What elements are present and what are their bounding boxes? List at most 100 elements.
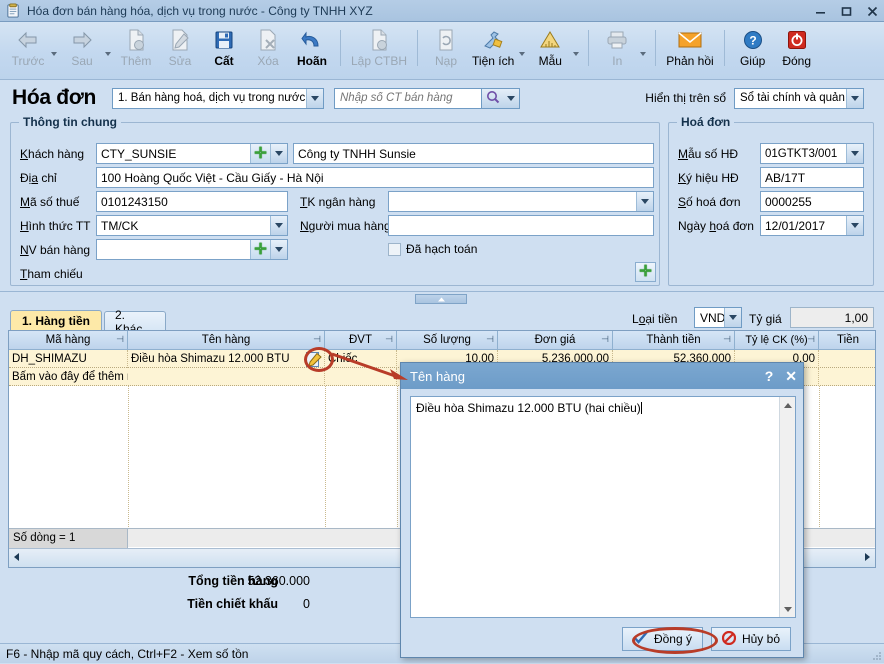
pin-icon[interactable]: ⊣: [807, 334, 815, 345]
toolbar-dropdown-sau[interactable]: [104, 26, 114, 70]
toolbar-dropdown-mau[interactable]: [572, 26, 582, 70]
search-input-wrapper[interactable]: [334, 87, 482, 109]
search-input[interactable]: [335, 88, 481, 108]
pin-icon[interactable]: ⊣: [723, 334, 731, 345]
chevron-down-icon[interactable]: [270, 144, 287, 163]
toolbar-button-dong[interactable]: Đóng: [775, 26, 819, 68]
dialog-close-button[interactable]: ✕: [785, 368, 797, 385]
item-name-textarea[interactable]: Điều hòa Shimazu 12.000 BTU (hai chiều): [410, 396, 796, 618]
posted-checkbox[interactable]: [388, 243, 401, 256]
bank-account-field[interactable]: [388, 191, 654, 212]
toolbar-button-sau[interactable]: Sau: [60, 26, 104, 68]
toolbar-button-cat[interactable]: Cất: [202, 26, 246, 68]
grid-header-ma-hang[interactable]: Mã hàng ⊣: [9, 331, 128, 350]
buyer-field[interactable]: [388, 215, 654, 236]
tax-code-field[interactable]: 0101243150: [96, 191, 288, 212]
minimize-button[interactable]: [812, 3, 828, 19]
add-staff-icon[interactable]: ✛: [250, 240, 270, 259]
chevron-down-icon[interactable]: [270, 216, 287, 235]
toolbar-button-sua[interactable]: Sửa: [158, 26, 202, 68]
document-type-select[interactable]: 1. Bán hàng hoá, dịch vụ trong nước: [112, 87, 324, 109]
dialog-ok-button[interactable]: Đồng ý: [621, 627, 703, 651]
serial-field[interactable]: AB/17T: [760, 167, 864, 188]
scroll-left-icon[interactable]: [12, 551, 21, 565]
scroll-right-icon[interactable]: [863, 551, 872, 565]
grid-header-dvt[interactable]: ĐVT ⊣: [325, 331, 397, 350]
customer-code-field[interactable]: CTY_SUNSIE ✛: [96, 143, 288, 164]
grid-header-tien[interactable]: Tiền: [819, 331, 875, 350]
tab-khac[interactable]: 2. Khác: [104, 308, 166, 336]
chevron-down-icon[interactable]: [846, 88, 863, 108]
exchange-rate-field[interactable]: 1,00: [790, 307, 874, 328]
grid-header-ty-le-ck[interactable]: Tỷ lệ CK (%) ⊣: [735, 331, 819, 350]
currency-type-select[interactable]: VND: [694, 307, 742, 328]
resize-grip-icon[interactable]: [870, 649, 882, 661]
toolbar-button-in[interactable]: In: [595, 26, 639, 68]
add-customer-icon[interactable]: ✛: [250, 144, 270, 163]
form-no-field[interactable]: 01GTKT3/001: [760, 143, 864, 164]
tab-hang-tien[interactable]: 1. Hàng tiền: [10, 310, 102, 330]
cell-dvt[interactable]: Chiếc: [325, 349, 397, 368]
cell-ten-hang-new[interactable]: [128, 367, 325, 386]
chevron-down-icon[interactable]: [306, 88, 323, 108]
search-button-group[interactable]: [482, 87, 520, 109]
toolbar-button-lap-ctbh[interactable]: Lập CTBH: [347, 26, 411, 68]
pin-icon[interactable]: ⊣: [313, 334, 321, 345]
chevron-down-icon[interactable]: [846, 216, 863, 235]
toolbar-button-hoan[interactable]: Hoãn: [290, 26, 334, 68]
scroll-down-icon[interactable]: [780, 601, 796, 617]
cell-tien-new[interactable]: [819, 368, 875, 386]
chevron-down-icon[interactable]: [507, 95, 516, 101]
chevron-down-icon[interactable]: [846, 144, 863, 163]
toolbar-button-giup[interactable]: ? Giúp: [731, 26, 775, 68]
customer-name-field[interactable]: Công ty TNHH Sunsie: [293, 143, 654, 164]
dialog-help-button[interactable]: ?: [765, 368, 774, 384]
pin-icon[interactable]: ⊣: [601, 334, 609, 345]
dialog-cancel-button[interactable]: Hủy bỏ: [710, 627, 791, 651]
cell-ma-hang[interactable]: DH_SHIMAZU: [9, 349, 128, 368]
arrow-left-icon: [17, 28, 39, 52]
new-row-hint[interactable]: Bấm vào đây để thêm mới: [9, 368, 128, 386]
chevron-down-icon[interactable]: [270, 240, 287, 259]
toolbar-dropdown-tien-ich[interactable]: [518, 26, 528, 70]
toolbar-button-mau[interactable]: Mẫu: [528, 26, 572, 68]
toolbar-button-phan-hoi[interactable]: Phản hồi: [662, 26, 717, 68]
cell-tien[interactable]: [819, 350, 875, 368]
grid-header-thanh-tien[interactable]: Thành tiền ⊣: [613, 331, 735, 350]
address-field[interactable]: 100 Hoàng Quốc Việt - Cầu Giấy - Hà Nội: [96, 167, 654, 188]
close-button[interactable]: [864, 3, 880, 19]
pin-icon[interactable]: ⊣: [116, 334, 124, 345]
grid-header-so-luong[interactable]: Số lượng ⊣: [397, 331, 498, 350]
magnifier-icon[interactable]: [486, 90, 500, 107]
chevron-down-icon[interactable]: [636, 192, 653, 211]
maximize-button[interactable]: [838, 3, 854, 19]
edit-pencil-icon[interactable]: [306, 352, 322, 367]
pin-icon[interactable]: ⊣: [486, 334, 494, 345]
grid-header-ten-hang[interactable]: Tên hàng ⊣: [128, 331, 325, 350]
grid-header-don-gia[interactable]: Đơn giá ⊣: [498, 331, 613, 350]
payment-method-field[interactable]: TM/CK: [96, 215, 288, 236]
toolbar-label: Sửa: [168, 54, 192, 68]
item-name-dialog[interactable]: Tên hàng ? ✕ Điều hòa Shimazu 12.000 BTU…: [400, 362, 804, 658]
invoice-date-field[interactable]: 12/01/2017: [760, 215, 864, 236]
pin-icon[interactable]: ⊣: [385, 334, 393, 345]
collapse-handle[interactable]: [415, 294, 467, 304]
dialog-vertical-scrollbar[interactable]: [779, 397, 795, 617]
toolbar-dropdown-in[interactable]: [639, 26, 649, 70]
row-count: Số dòng = 1: [9, 528, 128, 548]
sales-staff-field[interactable]: ✛: [96, 239, 288, 260]
toolbar-button-them[interactable]: Thêm: [114, 26, 158, 68]
cell-dvt-new[interactable]: [325, 367, 397, 386]
chevron-down-icon[interactable]: [724, 308, 741, 327]
scroll-up-icon[interactable]: [780, 397, 796, 413]
toolbar-button-xoa[interactable]: Xóa: [246, 26, 290, 68]
display-ledger-select[interactable]: Sổ tài chính và quản trị: [734, 87, 864, 109]
grid-header-label: Tiền: [837, 334, 859, 346]
add-row-button[interactable]: ✛: [635, 262, 656, 282]
cell-ten-hang[interactable]: Điều hòa Shimazu 12.000 BTU: [128, 349, 325, 368]
toolbar-button-truoc[interactable]: Trước: [6, 26, 50, 68]
toolbar-button-nap[interactable]: Nạp: [424, 26, 468, 68]
invoice-number-field[interactable]: 0000255: [760, 191, 864, 212]
toolbar-button-tien-ich[interactable]: Tiện ích: [468, 26, 518, 68]
toolbar-dropdown-truoc[interactable]: [50, 26, 60, 70]
